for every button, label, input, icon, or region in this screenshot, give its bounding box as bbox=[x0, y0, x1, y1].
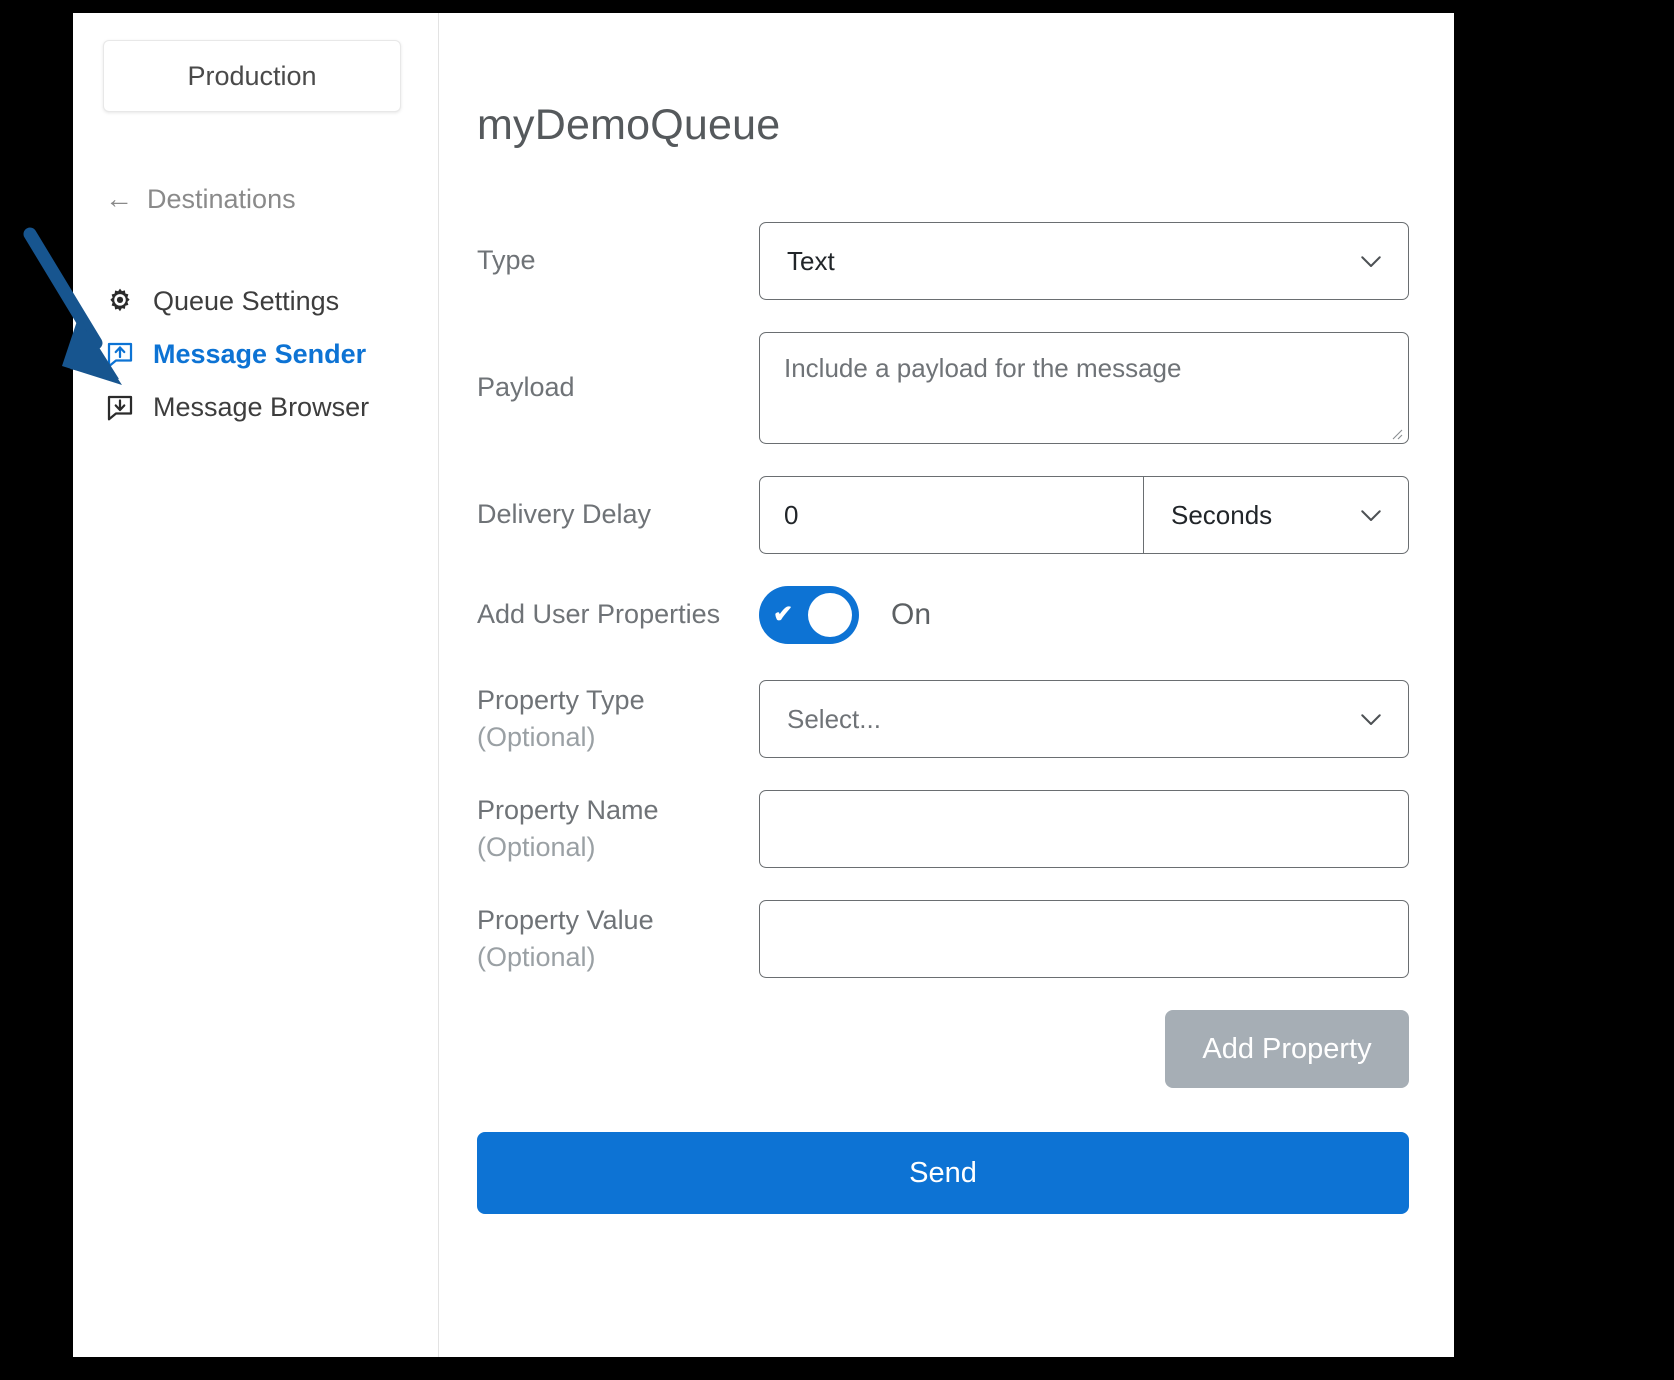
delivery-delay-label: Delivery Delay bbox=[477, 496, 759, 533]
property-name-optional-text: (Optional) bbox=[477, 829, 759, 866]
form-row-delivery-delay: Delivery Delay Seconds bbox=[477, 476, 1409, 554]
type-label: Type bbox=[477, 242, 759, 279]
gear-icon bbox=[105, 287, 135, 317]
property-value-optional-text: (Optional) bbox=[477, 939, 759, 976]
type-select-value: Text bbox=[787, 246, 835, 277]
property-name-label: Property Name (Optional) bbox=[477, 792, 759, 867]
property-name-label-text: Property Name bbox=[477, 795, 659, 825]
property-type-label-text: Property Type bbox=[477, 685, 645, 715]
main-content: myDemoQueue Type Text bbox=[439, 13, 1454, 1357]
chevron-down-icon bbox=[1356, 500, 1386, 530]
add-user-properties-label: Add User Properties bbox=[477, 596, 759, 633]
screenshot-frame: Production ← Destinations bbox=[0, 0, 1674, 1380]
check-icon: ✔ bbox=[773, 603, 793, 627]
toggle-knob bbox=[808, 593, 852, 637]
message-sender-form: Type Text Payload bbox=[439, 222, 1454, 1214]
property-value-input[interactable] bbox=[759, 900, 1409, 978]
sidebar: Production ← Destinations bbox=[73, 13, 439, 1357]
property-value-label: Property Value (Optional) bbox=[477, 902, 759, 977]
form-row-property-value: Property Value (Optional) bbox=[477, 900, 1409, 978]
chevron-down-icon bbox=[1356, 704, 1386, 734]
send-button[interactable]: Send bbox=[477, 1132, 1409, 1214]
add-property-button[interactable]: Add Property bbox=[1165, 1010, 1409, 1088]
payload-field-area bbox=[759, 332, 1409, 444]
add-property-row: Add Property bbox=[477, 1010, 1409, 1088]
property-type-select-value: Select... bbox=[787, 704, 881, 735]
delivery-delay-field-area: Seconds bbox=[759, 476, 1409, 554]
environment-selector-label: Production bbox=[187, 61, 316, 92]
form-row-payload: Payload bbox=[477, 332, 1409, 444]
type-select[interactable]: Text bbox=[759, 222, 1409, 300]
payload-textarea[interactable] bbox=[759, 332, 1409, 444]
arrow-left-icon: ← bbox=[105, 185, 133, 213]
property-value-field-area bbox=[759, 900, 1409, 978]
property-type-label: Property Type (Optional) bbox=[477, 682, 759, 757]
sidebar-item-label: Queue Settings bbox=[153, 286, 339, 317]
property-type-select[interactable]: Select... bbox=[759, 680, 1409, 758]
add-user-properties-state: On bbox=[891, 598, 931, 632]
property-name-input[interactable] bbox=[759, 790, 1409, 868]
app-page: Production ← Destinations bbox=[73, 13, 1441, 1357]
property-type-field-area: Select... bbox=[759, 680, 1409, 758]
environment-selector[interactable]: Production bbox=[103, 40, 401, 112]
chevron-down-icon bbox=[1356, 246, 1386, 276]
form-row-property-type: Property Type (Optional) Select... bbox=[477, 680, 1409, 758]
page-title: myDemoQueue bbox=[477, 101, 1454, 150]
back-to-destinations-label: Destinations bbox=[147, 184, 296, 215]
sidebar-item-message-browser[interactable]: Message Browser bbox=[73, 381, 438, 434]
form-row-add-user-properties: Add User Properties ✔ On bbox=[477, 586, 1409, 644]
back-to-destinations-link[interactable]: ← Destinations bbox=[105, 184, 296, 215]
message-up-icon bbox=[105, 340, 135, 370]
form-row-property-name: Property Name (Optional) bbox=[477, 790, 1409, 868]
payload-label: Payload bbox=[477, 369, 759, 406]
property-type-optional-text: (Optional) bbox=[477, 719, 759, 756]
property-value-label-text: Property Value bbox=[477, 905, 654, 935]
sidebar-item-label: Message Sender bbox=[153, 339, 366, 370]
sidebar-item-message-sender[interactable]: Message Sender bbox=[73, 328, 438, 381]
sidebar-item-label: Message Browser bbox=[153, 392, 369, 423]
property-name-field-area bbox=[759, 790, 1409, 868]
message-down-icon bbox=[105, 393, 135, 423]
sidebar-nav: Queue Settings Message Sender bbox=[73, 275, 438, 434]
sidebar-item-queue-settings[interactable]: Queue Settings bbox=[73, 275, 438, 328]
delivery-delay-input[interactable] bbox=[759, 476, 1144, 554]
form-row-type: Type Text bbox=[477, 222, 1409, 300]
delivery-delay-unit-select[interactable]: Seconds bbox=[1144, 476, 1409, 554]
type-field-area: Text bbox=[759, 222, 1409, 300]
delivery-delay-unit-value: Seconds bbox=[1171, 500, 1272, 531]
add-user-properties-toggle[interactable]: ✔ bbox=[759, 586, 859, 644]
